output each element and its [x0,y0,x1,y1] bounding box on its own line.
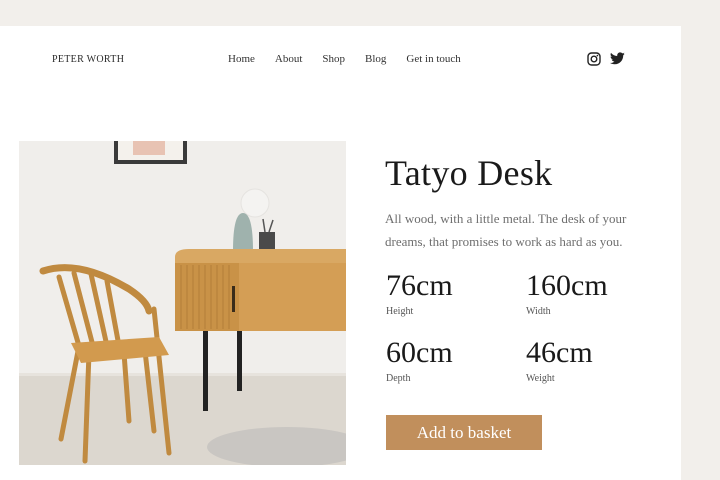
product-title: Tatyo Desk [385,153,553,193]
add-to-basket-button[interactable]: Add to basket [386,415,542,450]
spec-weight: 46cm Weight [526,336,593,385]
nav-blog[interactable]: Blog [365,53,386,65]
spec-value: 46cm [526,336,593,369]
product-description: All wood, with a little metal. The desk … [385,211,627,249]
nav-shop[interactable]: Shop [322,53,345,65]
spec-label: Depth [386,373,411,384]
top-nav: Home About Shop Blog Get in touch [228,53,461,65]
spec-label: Width [526,306,551,317]
product-photo [19,141,346,465]
nav-home[interactable]: Home [228,53,255,65]
nav-about[interactable]: About [275,53,303,65]
instagram-icon[interactable] [587,52,601,66]
spec-width: 160cm Width [526,269,608,318]
nav-get-in-touch[interactable]: Get in touch [406,53,460,65]
social-links [587,52,625,66]
spec-value: 160cm [526,269,608,302]
brand-logo[interactable]: PETER WORTH [52,54,124,65]
spec-label: Weight [526,373,555,384]
spec-value: 60cm [386,336,453,369]
spec-height: 76cm Height [386,269,453,318]
spec-value: 76cm [386,269,453,302]
spec-label: Height [386,306,414,317]
twitter-icon[interactable] [610,52,625,65]
spec-depth: 60cm Depth [386,336,453,385]
